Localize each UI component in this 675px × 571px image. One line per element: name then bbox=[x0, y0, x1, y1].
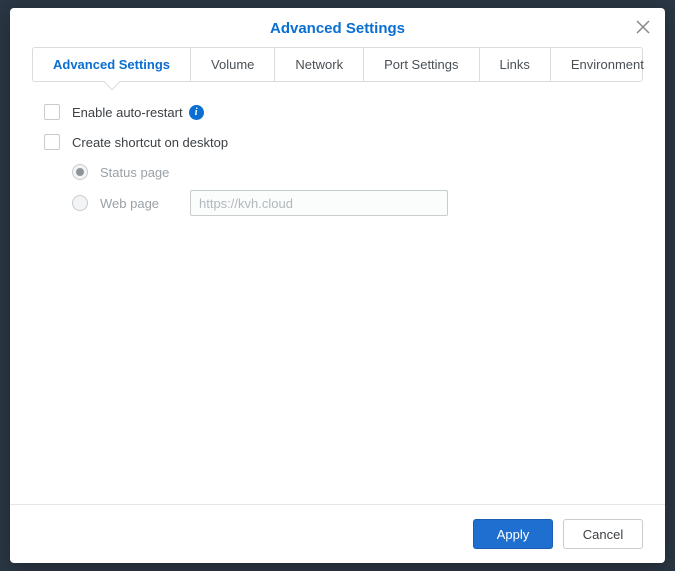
label-status-page: Status page bbox=[100, 165, 190, 180]
checkbox-enable-auto-restart[interactable] bbox=[44, 104, 60, 120]
modal-footer: Apply Cancel bbox=[10, 504, 665, 563]
close-icon[interactable] bbox=[635, 20, 651, 36]
modal-header: Advanced Settings bbox=[10, 8, 665, 47]
info-icon[interactable]: i bbox=[189, 105, 204, 120]
tab-bar: Advanced Settings Volume Network Port Se… bbox=[32, 47, 643, 82]
tab-links[interactable]: Links bbox=[480, 48, 551, 81]
modal-title: Advanced Settings bbox=[10, 20, 665, 37]
input-web-page-url[interactable] bbox=[190, 190, 448, 216]
row-create-shortcut: Create shortcut on desktop bbox=[44, 134, 631, 150]
tab-volume[interactable]: Volume bbox=[191, 48, 275, 81]
advanced-settings-modal: Advanced Settings Advanced Settings Volu… bbox=[10, 8, 665, 563]
label-create-shortcut: Create shortcut on desktop bbox=[72, 135, 228, 150]
tab-network[interactable]: Network bbox=[275, 48, 364, 81]
tab-content: Enable auto-restart i Create shortcut on… bbox=[10, 82, 665, 504]
checkbox-create-shortcut[interactable] bbox=[44, 134, 60, 150]
tab-environment[interactable]: Environment bbox=[551, 48, 664, 81]
radio-web-page[interactable] bbox=[72, 195, 88, 211]
radio-status-page[interactable] bbox=[72, 164, 88, 180]
label-enable-auto-restart: Enable auto-restart bbox=[72, 105, 183, 120]
tab-advanced-settings[interactable]: Advanced Settings bbox=[33, 48, 191, 81]
tab-port-settings[interactable]: Port Settings bbox=[364, 48, 479, 81]
row-status-page: Status page bbox=[72, 164, 631, 180]
apply-button[interactable]: Apply bbox=[473, 519, 553, 549]
row-web-page: Web page bbox=[72, 190, 631, 216]
row-enable-auto-restart: Enable auto-restart i bbox=[44, 104, 631, 120]
cancel-button[interactable]: Cancel bbox=[563, 519, 643, 549]
label-web-page: Web page bbox=[100, 196, 190, 211]
